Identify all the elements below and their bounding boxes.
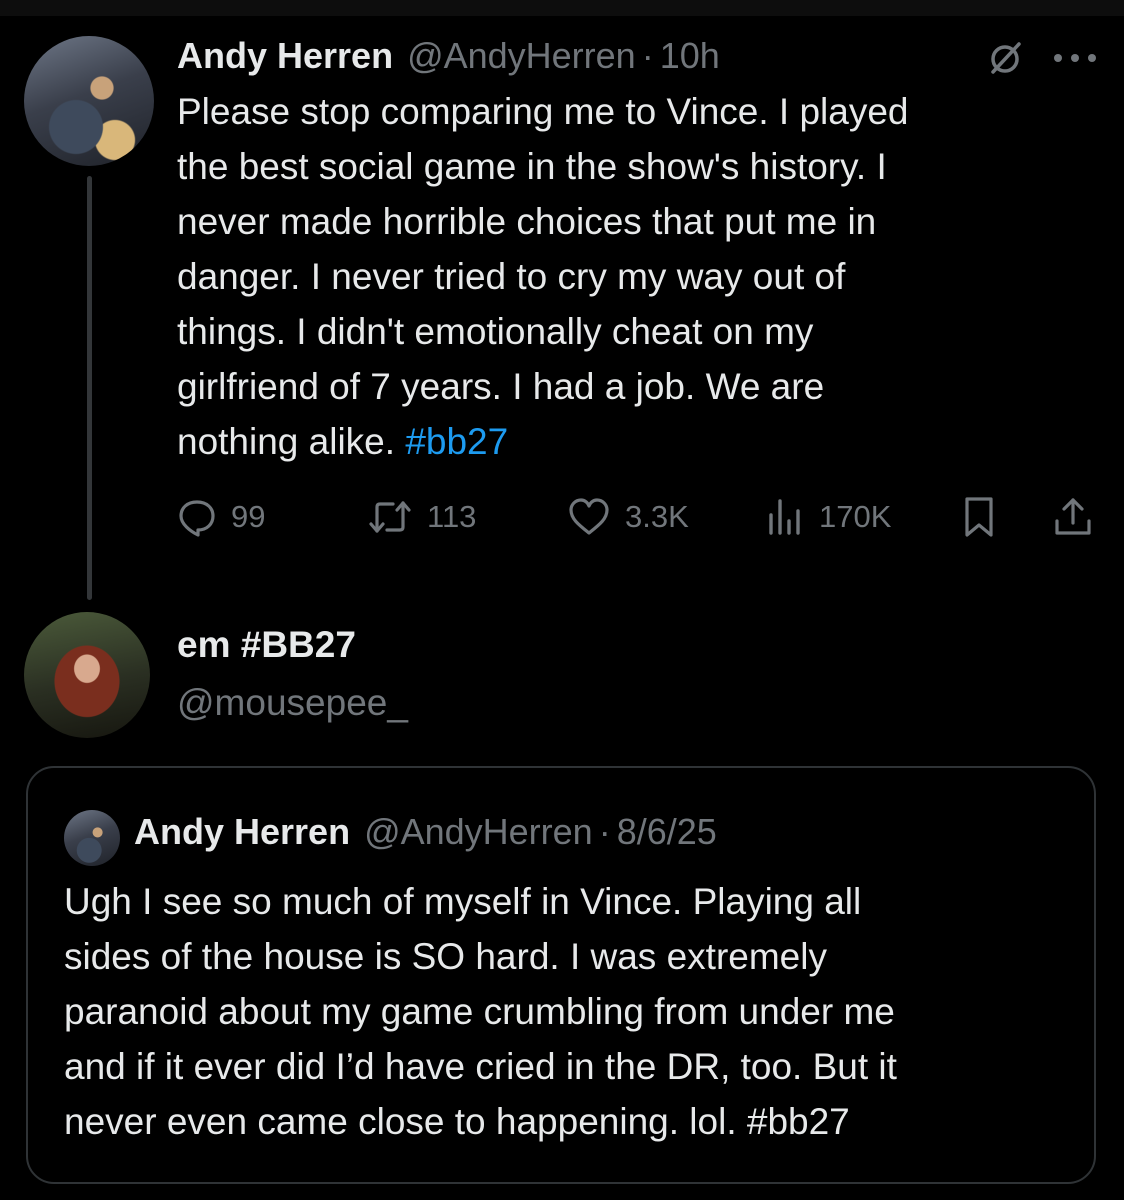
tweet-text: Please stop comparing me to Vince. I pla… (177, 84, 1077, 469)
quoted-separator-dot: · (598, 811, 611, 852)
quoted-author-handle: @AndyHerren (364, 811, 593, 852)
repost-icon (369, 501, 411, 533)
like-count: 3.3K (625, 499, 689, 534)
like-button[interactable]: 3.3K (567, 492, 689, 542)
thread-line (87, 176, 92, 600)
quoted-avatar (64, 810, 120, 866)
bookmark-icon (965, 497, 993, 537)
reply-avatar[interactable] (24, 612, 150, 738)
grok-icon[interactable] (985, 38, 1025, 78)
reply-button[interactable]: 99 (177, 492, 265, 542)
quoted-tweet-text: Ugh I see so much of myself in Vince. Pl… (64, 881, 897, 1142)
views-icon (769, 499, 800, 535)
separator-dot: · (641, 35, 654, 76)
views-button[interactable]: 170K (765, 492, 891, 542)
hashtag-link[interactable]: #bb27 (405, 421, 508, 462)
tweet-body: Please stop comparing me to Vince. I pla… (177, 91, 909, 462)
tweet-header: Andy Herren @AndyHerren · 10h (177, 30, 720, 82)
reply-author-handle[interactable]: @mousepee_ (177, 682, 408, 724)
reply-count: 99 (231, 499, 266, 534)
share-button[interactable] (1051, 492, 1095, 542)
share-icon (1055, 498, 1091, 535)
tweet-time[interactable]: 10h (660, 35, 720, 77)
like-icon (569, 498, 609, 535)
reply-icon (179, 500, 215, 537)
more-icon[interactable] (1052, 52, 1098, 64)
author-name[interactable]: Andy Herren (177, 35, 393, 77)
bookmark-button[interactable] (959, 492, 999, 542)
reply-author-name[interactable]: em #BB27 (177, 624, 356, 666)
action-bar: 99 113 3.3K 170K (177, 492, 1097, 542)
top-strip (0, 0, 1124, 16)
avatar[interactable] (24, 36, 154, 166)
quoted-tweet-date: 8/6/25 (616, 811, 717, 852)
repost-button[interactable]: 113 (367, 492, 476, 542)
views-count: 170K (819, 499, 892, 534)
author-handle[interactable]: @AndyHerren (407, 35, 636, 77)
repost-count: 113 (427, 499, 477, 534)
quoted-tweet-header: Andy Herren @AndyHerren · 8/6/25 (134, 808, 717, 856)
quoted-author-name: Andy Herren (134, 811, 351, 852)
